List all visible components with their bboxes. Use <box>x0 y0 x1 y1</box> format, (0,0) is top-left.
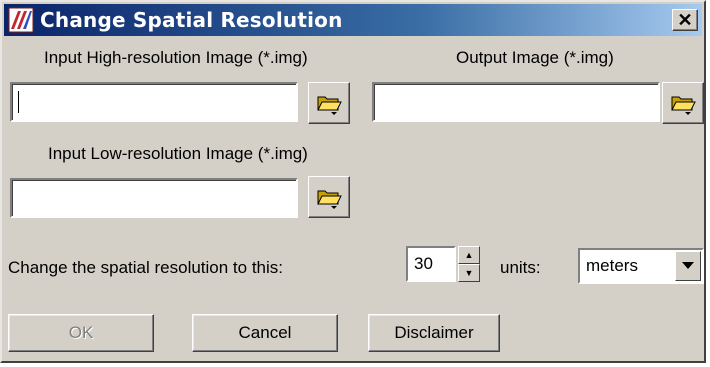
title-bar[interactable]: Change Spatial Resolution ✕ <box>4 4 702 36</box>
folder-open-icon <box>671 96 696 115</box>
chevron-up-icon: ▲ <box>464 250 474 260</box>
dialog-window: Change Spatial Resolution ✕ Input High-r… <box>0 0 706 363</box>
window-title: Change Spatial Resolution <box>40 8 343 32</box>
app-icon <box>8 7 34 33</box>
spin-down-button[interactable]: ▼ <box>458 264 480 282</box>
output-label: Output Image (*.img) <box>456 48 614 67</box>
high-res-label: Input High-resolution Image (*.img) <box>44 48 308 67</box>
browse-output-button[interactable] <box>662 82 704 124</box>
resolution-value-input[interactable]: 30 <box>406 246 456 282</box>
spin-up-button[interactable]: ▲ <box>458 246 480 264</box>
output-input[interactable] <box>372 82 660 122</box>
chevron-down-icon <box>682 262 694 269</box>
dropdown-button[interactable] <box>675 251 701 281</box>
high-res-input[interactable] <box>10 82 298 122</box>
cancel-button[interactable]: Cancel <box>192 314 338 352</box>
chevron-down-icon: ▼ <box>464 268 474 278</box>
low-res-input[interactable] <box>10 178 298 218</box>
resolution-label: Change the spatial resolution to this: <box>8 258 284 277</box>
close-button[interactable]: ✕ <box>672 9 698 31</box>
browse-high-res-button[interactable] <box>308 82 350 124</box>
ok-button[interactable]: OK <box>8 314 154 352</box>
folder-open-icon <box>317 190 342 209</box>
close-icon: ✕ <box>677 10 693 30</box>
folder-open-icon <box>317 96 342 115</box>
browse-low-res-button[interactable] <box>308 176 350 218</box>
text-caret <box>18 91 19 113</box>
disclaimer-button[interactable]: Disclaimer <box>368 314 500 352</box>
units-label: units: <box>500 258 541 277</box>
units-select[interactable]: meters <box>578 248 704 284</box>
low-res-label: Input Low-resolution Image (*.img) <box>48 144 308 163</box>
